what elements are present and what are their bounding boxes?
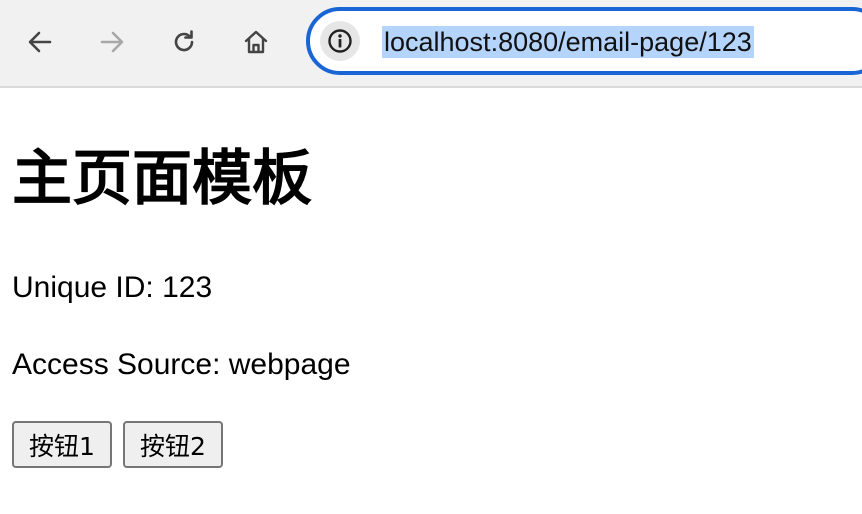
home-button[interactable] <box>236 22 276 62</box>
arrow-left-icon <box>28 31 52 53</box>
button-1[interactable]: 按钮1 <box>12 421 112 468</box>
back-button[interactable] <box>20 22 60 62</box>
page-title: 主页面模板 <box>12 144 312 214</box>
unique-id-text: Unique ID: 123 <box>12 271 213 304</box>
reload-icon <box>174 30 194 52</box>
address-bar[interactable]: localhost:8080/email-page/123 <box>306 7 862 75</box>
access-source-text: Access Source: webpage <box>12 348 351 381</box>
site-info-button[interactable] <box>320 21 360 61</box>
url-text[interactable]: localhost:8080/email-page/123 <box>382 26 754 58</box>
home-icon <box>244 30 268 54</box>
forward-button[interactable] <box>92 22 132 62</box>
arrow-right-icon <box>100 31 124 53</box>
reload-button[interactable] <box>164 22 204 62</box>
button-2[interactable]: 按钮2 <box>123 421 223 468</box>
browser-toolbar: localhost:8080/email-page/123 <box>0 0 862 88</box>
info-icon <box>328 29 352 53</box>
